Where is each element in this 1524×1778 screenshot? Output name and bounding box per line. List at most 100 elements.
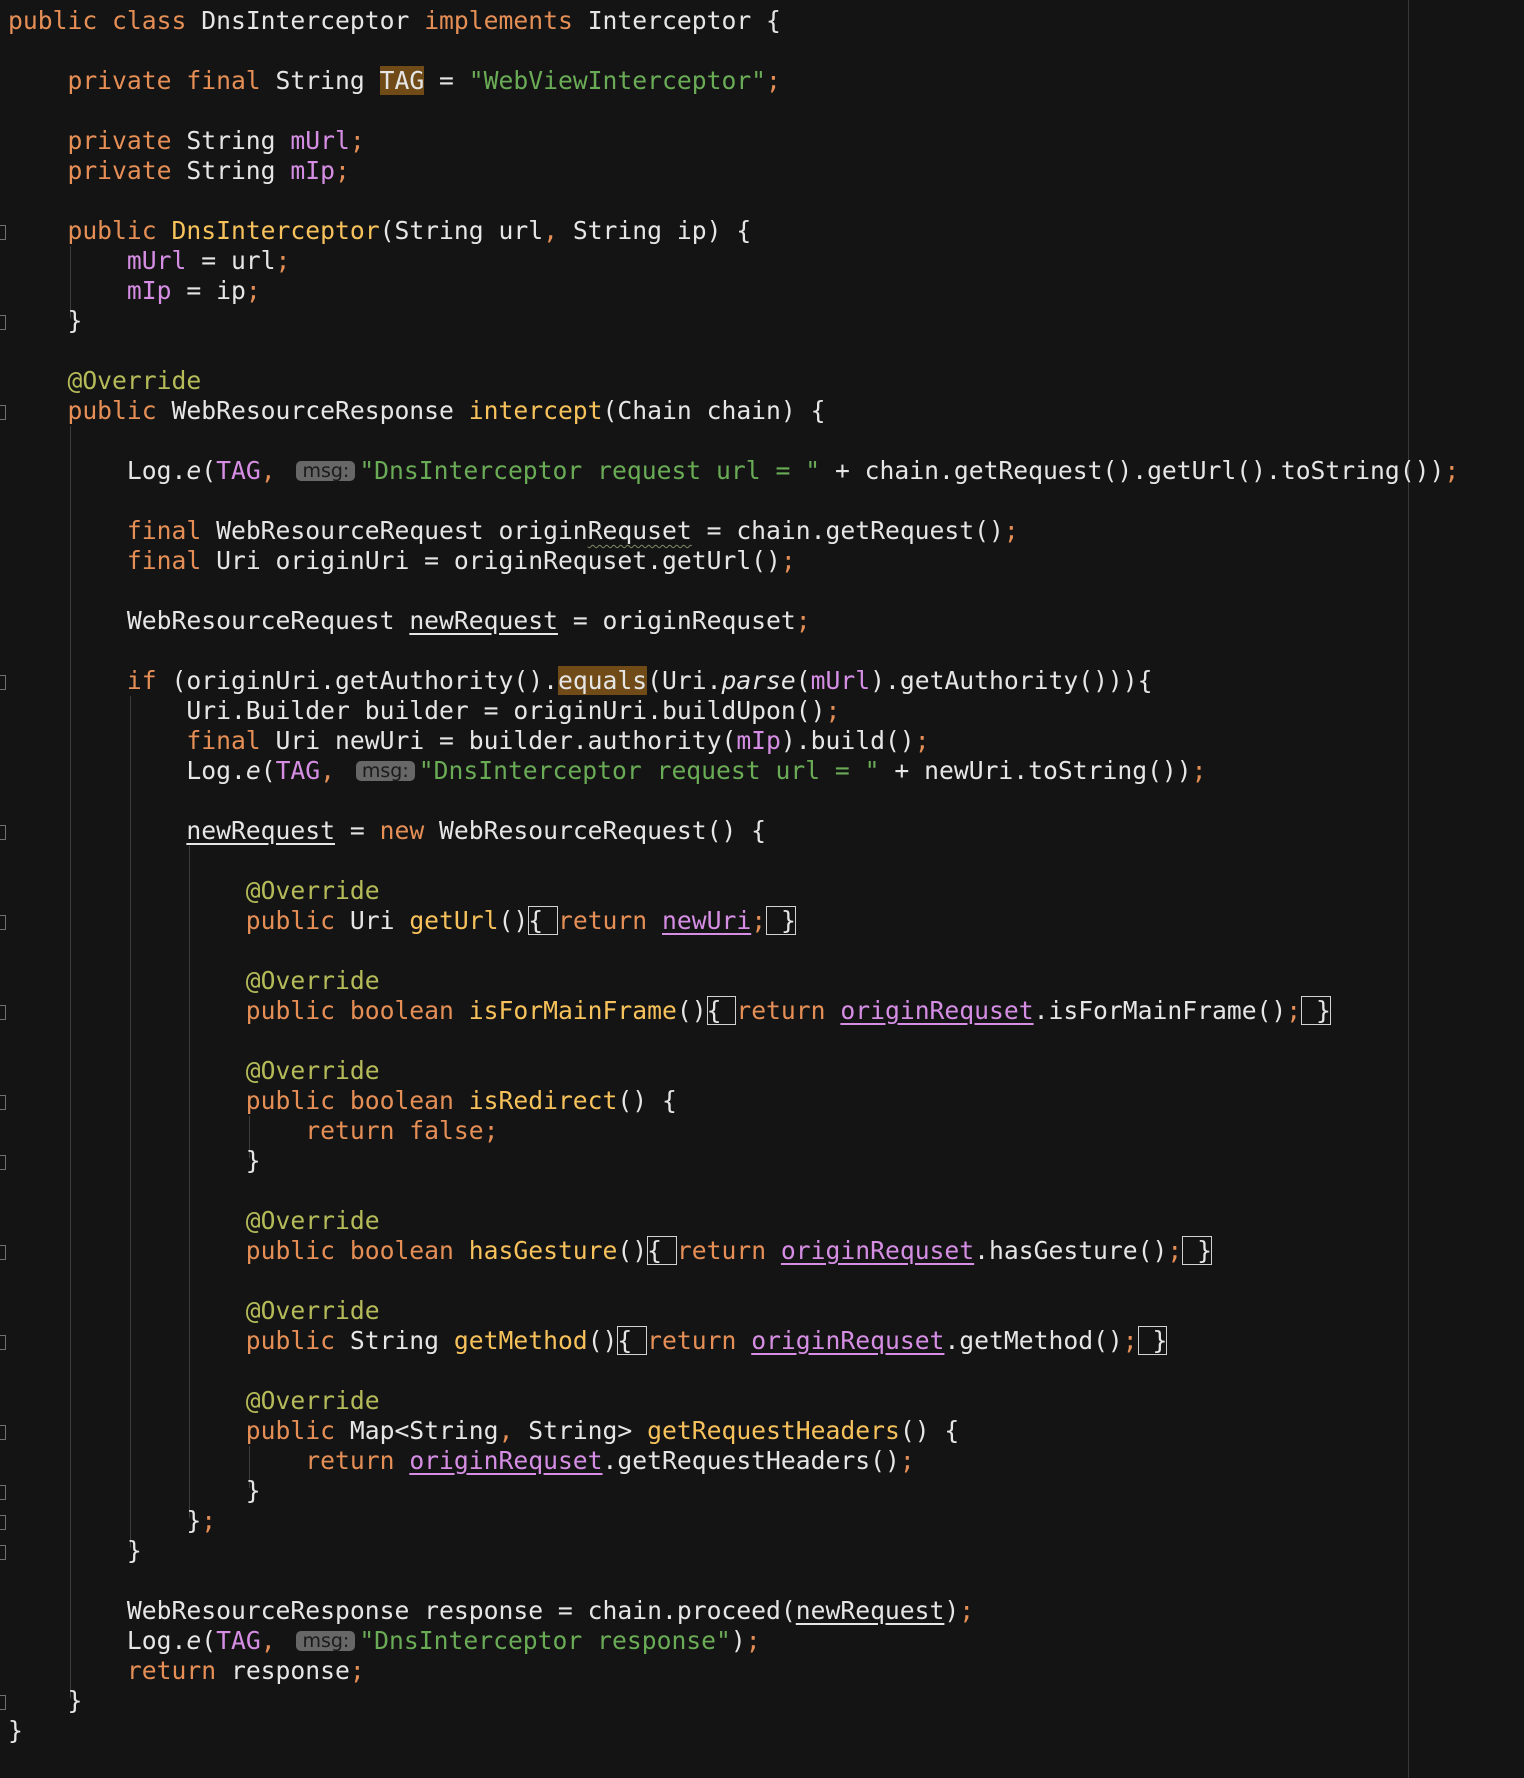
code-line[interactable]: public Uri getUrl(){ return newUri; } [8,906,796,936]
code-line[interactable]: @Override [8,876,380,906]
code-line[interactable]: } [8,1536,142,1566]
code-line[interactable]: @Override [8,1296,380,1326]
code-token: ; [899,1446,915,1475]
fold-icon[interactable] [0,315,6,330]
fold-icon[interactable] [0,1425,6,1440]
code-line[interactable]: public boolean isForMainFrame(){ return … [8,996,1331,1026]
code-line[interactable]: private String mUrl; [8,126,364,156]
fold-icon[interactable] [0,825,6,840]
fold-icon[interactable] [0,405,6,420]
fold-icon[interactable] [0,1335,6,1350]
code-token: newRequest [409,606,558,635]
code-token: Interceptor { [587,6,781,35]
code-token: , [260,1626,291,1655]
code-token: ; [795,606,811,635]
code-line[interactable]: public DnsInterceptor(String url, String… [8,216,751,246]
code-line[interactable]: } [8,306,82,336]
fold-icon[interactable] [0,1005,6,1020]
code-line[interactable]: public String getMethod(){ return origin… [8,1326,1168,1356]
code-line[interactable]: if (originUri.getAuthority().equals(Uri.… [8,666,1153,696]
code-line[interactable]: public boolean hasGesture(){ return orig… [8,1236,1212,1266]
code-line[interactable]: Log.e(TAG, msg: "DnsInterceptor request u… [8,756,1207,786]
fold-icon[interactable] [0,675,6,690]
code-line[interactable]: WebResourceRequest newRequest = originRe… [8,606,811,636]
code-token: TAG [379,66,425,95]
code-token: return [647,1326,752,1355]
code-token: return [8,1446,410,1475]
code-line[interactable]: public Map<String, String> getRequestHea… [8,1416,959,1446]
code-token: String [186,126,291,155]
code-line[interactable]: public class DnsInterceptor implements I… [8,6,781,36]
fold-icon[interactable] [0,1095,6,1110]
code-token: @Override [8,966,380,995]
fold-icon[interactable] [0,225,6,240]
fold-icon[interactable] [0,1515,6,1530]
code-line[interactable]: WebResourceResponse response = chain.pro… [8,1596,974,1626]
code-token: ; [245,276,261,305]
fold-icon[interactable] [0,1695,6,1710]
code-line[interactable]: final WebResourceRequest originRequset =… [8,516,1019,546]
code-line[interactable]: @Override [8,1386,380,1416]
code-token: = ip [171,276,246,305]
fold-icon[interactable] [0,1245,6,1260]
code-token: originRequset [751,1326,945,1355]
code-token: ; [1122,1326,1138,1355]
code-line[interactable]: @Override [8,366,201,396]
code-token: private final [8,66,276,95]
code-token: @Override [8,1386,380,1415]
code-token: e [245,756,261,785]
code-token: return [8,1656,231,1685]
code-line[interactable]: }; [8,1506,216,1536]
code-token: hasGesture [468,1236,618,1265]
code-line[interactable]: } [8,1686,82,1716]
code-token: public class [8,6,202,35]
code-token: mUrl [810,666,871,695]
code-token: } [8,1146,261,1175]
code-line[interactable]: @Override [8,1206,380,1236]
fold-icon[interactable] [0,915,6,930]
fold-icon[interactable] [0,1485,6,1500]
code-token: newRequest [795,1596,945,1625]
code-line[interactable]: private String mIp; [8,156,349,186]
code-line[interactable]: final Uri originUri = originRequset.getU… [8,546,796,576]
code-line[interactable]: mIp = ip; [8,276,261,306]
code-token: getRequestHeaders [647,1416,900,1445]
code-line[interactable]: public WebResourceResponse intercept(Cha… [8,396,826,426]
fold-icon[interactable] [0,1155,6,1170]
code-token: ).getAuthority())){ [870,666,1153,695]
code-line[interactable]: @Override [8,1056,380,1086]
code-token: () [617,1236,648,1265]
code-token: equals [557,666,648,695]
code-token: TAG [275,756,321,785]
code-token: ; [780,546,796,575]
code-line[interactable]: } [8,1146,261,1176]
code-token: , [543,216,573,245]
code-token: ; [275,246,291,275]
code-token: newUri [662,906,752,935]
code-token: , [498,1416,529,1445]
code-token: WebResourceRequest() { [439,816,767,845]
code-token: { [706,996,737,1025]
fold-icon[interactable] [0,1545,6,1560]
code-line[interactable]: private final String TAG = "WebViewInter… [8,66,781,96]
code-token: () { [899,1416,960,1445]
code-line[interactable]: } [8,1716,23,1746]
code-line[interactable]: @Override [8,966,380,996]
code-token: ; [1191,756,1207,785]
code-line[interactable]: } [8,1476,261,1506]
code-line[interactable]: Log.e(TAG, msg: "DnsInterceptor response"… [8,1626,761,1656]
code-token: e [186,456,202,485]
code-line[interactable]: mUrl = url; [8,246,291,276]
code-line[interactable]: return false; [8,1116,498,1146]
code-line[interactable]: return response; [8,1656,365,1686]
code-line[interactable]: newRequest = new WebResourceRequest() { [8,816,766,846]
code-line[interactable]: Uri.Builder builder = originUri.buildUpo… [8,696,840,726]
right-margin-guide [1408,0,1409,1778]
code-line[interactable]: public boolean isRedirect() { [8,1086,677,1116]
code-line[interactable]: return originRequset.getRequestHeaders()… [8,1446,915,1476]
code-line[interactable]: Log.e(TAG, msg: "DnsInterceptor request u… [8,456,1459,486]
code-token: ) [944,1596,960,1625]
code-editor[interactable]: public class DnsInterceptor implements I… [0,0,1524,1778]
code-token: (Chain chain) { [602,396,826,425]
code-line[interactable]: final Uri newUri = builder.authority(mIp… [8,726,929,756]
